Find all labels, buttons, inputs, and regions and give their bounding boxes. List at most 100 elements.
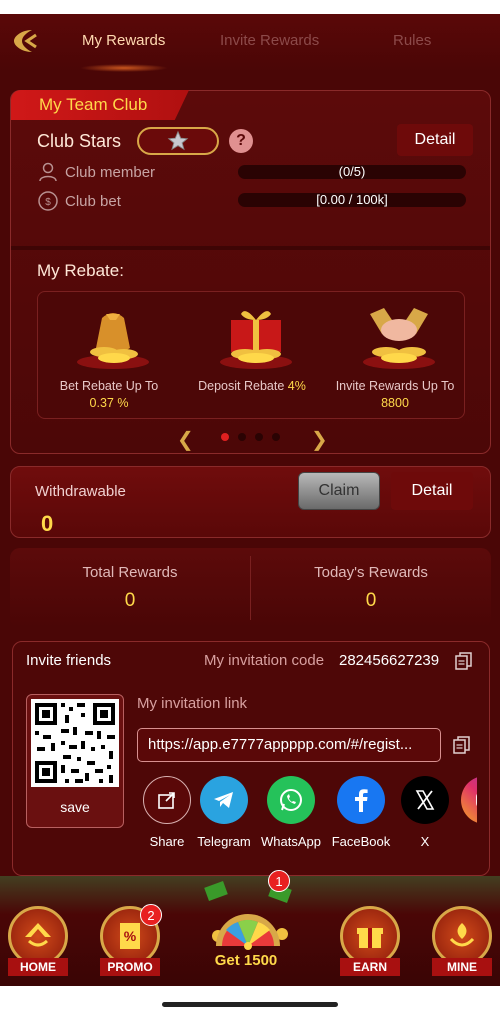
share-label: Share: [149, 834, 185, 849]
club-bet-progress: [0.00 / 100k]: [238, 193, 466, 207]
active-tab-indicator: [80, 64, 168, 72]
rebate-title: My Rebate:: [37, 261, 124, 280]
share-label: X: [420, 834, 430, 849]
copy-code-icon[interactable]: [454, 651, 474, 671]
bottom-nav: HOME % PROMO 2 1 Get 1500 EARN MINE: [0, 870, 500, 986]
get-bonus-label[interactable]: Get 1500: [196, 952, 296, 969]
home-indicator[interactable]: [162, 1002, 338, 1007]
rebate-value: 8800: [381, 396, 409, 410]
share-instagram-button[interactable]: Ins: [455, 776, 477, 849]
tab-invite-rewards[interactable]: Invite Rewards: [220, 32, 319, 49]
home-icon: [8, 906, 68, 966]
rebate-item-invite: Invite Rewards Up To 8800: [324, 292, 466, 420]
svg-text:$: $: [45, 197, 51, 208]
rebate-carousel[interactable]: Bet Rebate Up To 0.37 % Deposit Rebate 4…: [37, 291, 465, 419]
carousel-dot[interactable]: [221, 433, 229, 441]
nav-mine-label: MINE: [432, 958, 492, 976]
rebate-text: Deposit Rebate 4%: [181, 378, 323, 395]
club-member-label: Club member: [65, 163, 156, 181]
withdraw-panel: Withdrawable 0 Claim Detail: [10, 466, 491, 538]
tab-my-rewards[interactable]: My Rewards: [82, 32, 165, 49]
money-bag-icon: [77, 313, 149, 369]
handshake-coins-icon: [363, 308, 435, 369]
withdrawable-label: Withdrawable: [35, 483, 126, 500]
share-facebook-button[interactable]: FaceBook: [331, 776, 391, 849]
telegram-icon: [200, 776, 248, 824]
share-label: FaceBook: [331, 834, 391, 849]
system-nav-bar: [0, 986, 500, 1024]
invitation-code-label: My invitation code: [204, 652, 325, 669]
carousel-prev-icon[interactable]: ❮: [177, 427, 194, 452]
nav-promo-label: PROMO: [100, 958, 160, 976]
claim-button[interactable]: Claim: [298, 472, 380, 510]
invitation-link-label: My invitation link: [137, 695, 248, 712]
team-club-title: My Team Club: [39, 95, 148, 114]
share-telegram-button[interactable]: Telegram: [194, 776, 254, 849]
carousel-dot[interactable]: [272, 433, 280, 441]
nav-promo[interactable]: % PROMO 2: [92, 904, 168, 980]
qr-save-button[interactable]: save: [27, 799, 123, 815]
rebate-item-bet: Bet Rebate Up To 0.37 %: [38, 292, 180, 420]
withdraw-detail-button[interactable]: Detail: [391, 472, 473, 510]
coin-icon: $: [38, 191, 58, 211]
facebook-icon: [337, 776, 385, 824]
share-icon: [143, 776, 191, 824]
rebate-label: Bet Rebate Up To: [59, 379, 159, 393]
share-whatsapp-button[interactable]: WhatsApp: [261, 776, 321, 849]
tab-rules[interactable]: Rules: [393, 32, 431, 49]
mine-icon: [432, 906, 492, 966]
instagram-icon: [461, 776, 477, 824]
rebate-item-deposit: Deposit Rebate 4%: [181, 292, 323, 420]
rebate-label: Invite Rewards Up To: [335, 379, 455, 393]
total-rewards-label: Total Rewards: [82, 564, 178, 581]
club-member-progress: (0/5): [238, 165, 466, 179]
share-button[interactable]: Share: [137, 776, 197, 849]
promo-badge: 2: [140, 904, 162, 926]
nav-home[interactable]: HOME: [0, 906, 76, 980]
rebate-text: Bet Rebate Up To 0.37 %: [38, 378, 180, 412]
club-detail-button[interactable]: Detail: [397, 124, 473, 156]
nav-earn[interactable]: EARN: [332, 906, 408, 980]
club-member-row: Club member: [37, 161, 155, 183]
rebate-value: 4%: [287, 379, 306, 393]
club-stars-label: Club Stars: [37, 131, 122, 151]
rebate-value: 0.37 %: [89, 396, 129, 410]
share-row: Share Telegram WhatsApp FaceBook X: [137, 776, 477, 856]
gift-icon: [340, 906, 400, 966]
rewards-stats-panel: Total Rewards 0 Today's Rewards 0: [10, 548, 491, 628]
carousel-dots: [221, 433, 280, 441]
back-arrow-icon[interactable]: [10, 26, 40, 56]
qr-code-image: [31, 699, 119, 787]
help-icon[interactable]: ?: [229, 129, 253, 153]
carousel-next-icon[interactable]: ❯: [311, 427, 328, 452]
share-x-button[interactable]: X: [395, 776, 455, 849]
qr-code-box[interactable]: save: [26, 694, 124, 828]
nav-mine[interactable]: MINE: [424, 906, 500, 980]
person-icon: [39, 162, 57, 182]
header: My Rewards Invite Rewards Rules: [0, 14, 500, 72]
rebate-label: Deposit Rebate 4%: [198, 379, 306, 393]
team-club-panel: My Team Club Club Stars ? Detail Club me…: [10, 90, 491, 454]
carousel-dot[interactable]: [238, 433, 246, 441]
share-label: Ins: [455, 834, 477, 849]
today-rewards-label: Today's Rewards: [314, 564, 428, 581]
invitation-code-value: 282456627239: [339, 652, 440, 669]
share-label: Telegram: [197, 834, 251, 849]
total-rewards-value: 0: [124, 590, 136, 611]
withdrawable-value: 0: [41, 511, 54, 536]
nav-earn-label: EARN: [340, 958, 400, 976]
invite-friends-title: Invite friends: [26, 652, 112, 669]
today-rewards-value: 0: [365, 590, 377, 611]
invitation-link-field[interactable]: https://app.e7777appppp.com/#/regist...: [137, 728, 441, 762]
club-bet-row: $ Club bet: [37, 190, 121, 212]
star-icon: [167, 130, 189, 151]
invite-panel: Invite friends My invitation code 282456…: [12, 641, 490, 876]
club-stars-badge: [137, 127, 219, 155]
carousel-dot[interactable]: [255, 433, 263, 441]
share-label: WhatsApp: [261, 834, 321, 849]
whatsapp-icon: [267, 776, 315, 824]
status-bar: [0, 0, 500, 14]
nav-home-label: HOME: [8, 958, 68, 976]
copy-link-icon[interactable]: [452, 735, 472, 755]
divider: [11, 246, 490, 250]
